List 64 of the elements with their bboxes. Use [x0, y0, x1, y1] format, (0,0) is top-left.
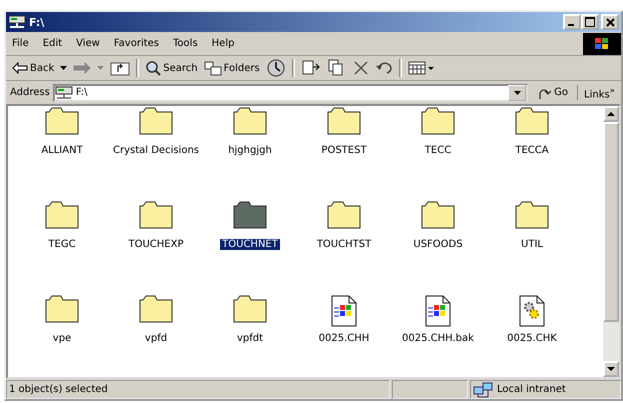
undo-icon[interactable] — [374, 60, 393, 76]
views-icon[interactable] — [408, 60, 436, 76]
windows-flag-icon — [593, 36, 611, 52]
search-icon — [145, 60, 162, 76]
folders-button[interactable]: Folders — [204, 60, 260, 76]
dropdown-button[interactable] — [508, 84, 526, 100]
search-button[interactable]: Search — [145, 60, 198, 76]
file-name[interactable]: vpfdt — [234, 333, 266, 344]
drive-icon — [8, 14, 26, 30]
file-name[interactable]: vpe — [50, 333, 74, 344]
minimize-button[interactable] — [563, 14, 581, 30]
menu-item[interactable]: Edit — [42, 38, 62, 49]
menu-item[interactable]: File — [12, 38, 29, 49]
file-name[interactable]: TECCA — [513, 145, 551, 156]
file-name[interactable]: POSTEST — [319, 145, 369, 156]
menu-item[interactable]: View — [76, 38, 100, 49]
file-name[interactable]: ALLIANT — [39, 145, 85, 156]
scroll-down-button[interactable] — [603, 361, 619, 377]
menu-item[interactable]: Favorites — [114, 38, 160, 49]
file-name[interactable]: vpfd — [142, 333, 170, 344]
folders-icon — [204, 60, 222, 76]
file-name[interactable]: TEGC — [46, 239, 78, 250]
go-button[interactable]: Go — [531, 86, 574, 100]
back-button[interactable]: Back — [12, 62, 54, 74]
scroll-up-button[interactable] — [603, 106, 619, 122]
window-title: F:\ — [29, 16, 44, 28]
vertical-scrollbar[interactable] — [603, 106, 619, 377]
drive-icon — [54, 84, 73, 100]
maximize-icon — [585, 17, 595, 27]
file-name[interactable]: 0025.CHH.bak — [400, 333, 476, 344]
status-text: 1 object(s) selected — [6, 380, 390, 399]
move-to-icon[interactable] — [300, 59, 321, 77]
up-arrow-icon — [607, 112, 615, 116]
zone-text: Local intranet — [497, 384, 566, 395]
file-name[interactable]: 0025.CHH — [316, 333, 372, 344]
file-name[interactable]: TECC — [422, 145, 454, 156]
back-arrow-icon — [12, 62, 28, 74]
close-icon — [606, 18, 614, 26]
file-name[interactable]: 0025.CHK — [505, 333, 559, 344]
up-folder-icon[interactable] — [110, 60, 130, 76]
close-button[interactable] — [601, 14, 619, 30]
file-name[interactable]: TOUCHEXP — [126, 239, 186, 250]
down-arrow-icon — [607, 367, 615, 371]
network-icon — [473, 382, 493, 398]
document-icon[interactable] — [425, 295, 451, 327]
dropdown-icon[interactable] — [60, 66, 68, 70]
document-icon[interactable] — [331, 295, 357, 327]
dropdown-icon — [514, 90, 521, 94]
menu-item[interactable]: Tools — [173, 38, 198, 49]
file-name[interactable]: USFOODS — [411, 239, 465, 250]
file-name[interactable]: hjghgjgh — [226, 145, 274, 156]
address-field[interactable]: F:\ — [52, 84, 528, 102]
delete-icon[interactable] — [352, 60, 369, 76]
file-name[interactable]: UTIL — [519, 239, 545, 250]
scroll-thumb[interactable] — [603, 122, 619, 322]
file-name[interactable]: TOUCHTST — [314, 239, 374, 250]
address-label: Address — [10, 87, 50, 98]
maximize-button[interactable] — [581, 14, 599, 30]
file-name[interactable]: Crystal Decisions — [110, 145, 201, 156]
history-icon[interactable] — [266, 59, 286, 77]
gear-document-icon[interactable] — [519, 295, 545, 327]
file-name[interactable]: TOUCHNET — [220, 239, 280, 250]
links-button[interactable]: Links$^{»}$ — [577, 84, 621, 100]
menu-item[interactable]: Help — [212, 38, 234, 49]
